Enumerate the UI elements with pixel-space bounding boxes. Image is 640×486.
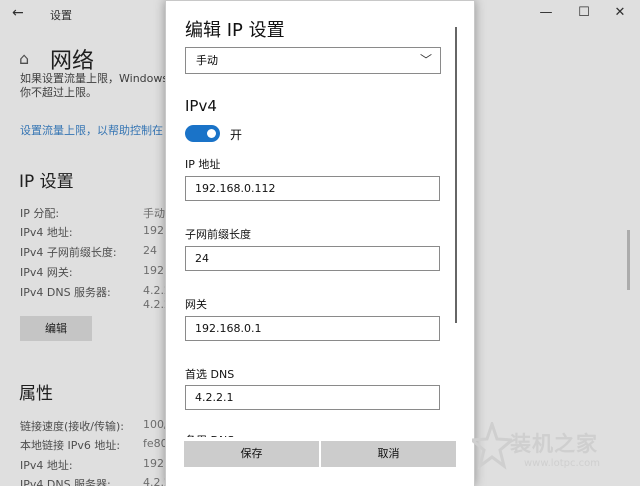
- watermark: 装机之家 www.lotpc.com: [470, 418, 635, 478]
- data-limit-line-2: 你不超过上限。: [20, 86, 97, 99]
- edit-ip-dialog: 编辑 IP 设置 手动 ﹀ IPv4 开 IP 地址 192.168.0.112…: [165, 0, 475, 486]
- ipv4-address-label: IPv4 地址:: [20, 226, 73, 239]
- ip-address-label: IP 地址: [185, 158, 221, 171]
- ip-settings-heading: IP 设置: [19, 172, 74, 192]
- ip-address-input[interactable]: 192.168.0.112: [185, 176, 440, 201]
- ipv4-dns-value-1: 4.2.2: [143, 284, 165, 297]
- ipv4-toggle[interactable]: [185, 125, 220, 142]
- link-speed-label: 链接速度(接收/传输):: [20, 420, 124, 433]
- star-logo-icon: [472, 422, 512, 470]
- ip-mode-select[interactable]: 手动 ﹀: [185, 47, 441, 74]
- ipv4-toggle-label: 开: [230, 128, 243, 142]
- save-button[interactable]: 保存: [184, 441, 319, 467]
- ipv4-address-value: 192.: [143, 224, 165, 237]
- dialog-footer: 保存 取消: [166, 437, 474, 486]
- page-scrollbar[interactable]: [627, 230, 630, 290]
- chevron-down-icon: ﹀: [419, 53, 432, 67]
- gateway-label: 网关: [185, 298, 207, 311]
- ipv4-heading: IPv4: [185, 97, 217, 115]
- cancel-button[interactable]: 取消: [321, 441, 456, 467]
- prop-ipv4-address-label: IPv4 地址:: [20, 459, 73, 472]
- minimize-button[interactable]: —: [536, 5, 556, 20]
- preferred-dns-input[interactable]: 4.2.2.1: [185, 385, 440, 410]
- home-icon[interactable]: ⌂: [19, 49, 29, 68]
- ip-assignment-value: 手动: [143, 207, 165, 220]
- ipv4-dns-value-2: 4.2.2: [143, 298, 165, 311]
- ipv4-prefix-label: IPv4 子网前缀长度:: [20, 246, 117, 259]
- maximize-button[interactable]: ☐: [574, 5, 594, 20]
- toggle-knob: [207, 129, 216, 138]
- app-title: 设置: [50, 9, 72, 22]
- close-button[interactable]: ✕: [610, 5, 630, 20]
- set-data-limit-link[interactable]: 设置流量上限，以帮助控制在: [20, 122, 165, 138]
- ipv4-gateway-value: 192.: [143, 264, 165, 277]
- prop-ipv4-dns-label: IPv4 DNS 服务器:: [20, 478, 111, 486]
- ipv6-local-value: fe80: [143, 437, 165, 450]
- dialog-scrollbar[interactable]: [455, 27, 457, 323]
- dialog-title: 编辑 IP 设置: [185, 20, 285, 41]
- ip-mode-value: 手动: [196, 54, 218, 67]
- ipv4-gateway-label: IPv4 网关:: [20, 266, 73, 279]
- prop-ipv4-dns-value: 4.2.2: [143, 476, 165, 486]
- ipv4-dns-label: IPv4 DNS 服务器:: [20, 286, 111, 299]
- back-arrow-icon[interactable]: ←: [12, 5, 24, 21]
- watermark-url: www.lotpc.com: [524, 458, 600, 469]
- prop-ipv4-address-value: 192.: [143, 457, 165, 470]
- watermark-name: 装机之家: [510, 432, 598, 456]
- link-speed-value: 100/: [143, 418, 165, 431]
- ipv4-prefix-value: 24: [143, 244, 157, 257]
- data-limit-line-1: 如果设置流量上限，Windows: [20, 72, 165, 85]
- ipv6-local-label: 本地链接 IPv6 地址:: [20, 439, 121, 452]
- preferred-dns-label: 首选 DNS: [185, 368, 235, 381]
- gateway-input[interactable]: 192.168.0.1: [185, 316, 440, 341]
- subnet-prefix-input[interactable]: 24: [185, 246, 440, 271]
- properties-heading: 属性: [19, 384, 53, 404]
- subnet-prefix-label: 子网前缀长度: [185, 228, 251, 241]
- page-title: 网络: [50, 49, 95, 74]
- data-limit-text: 如果设置流量上限，Windows 你不超过上限。: [20, 72, 165, 100]
- ip-assignment-label: IP 分配:: [20, 207, 60, 220]
- edit-ip-button[interactable]: 编辑: [20, 316, 92, 341]
